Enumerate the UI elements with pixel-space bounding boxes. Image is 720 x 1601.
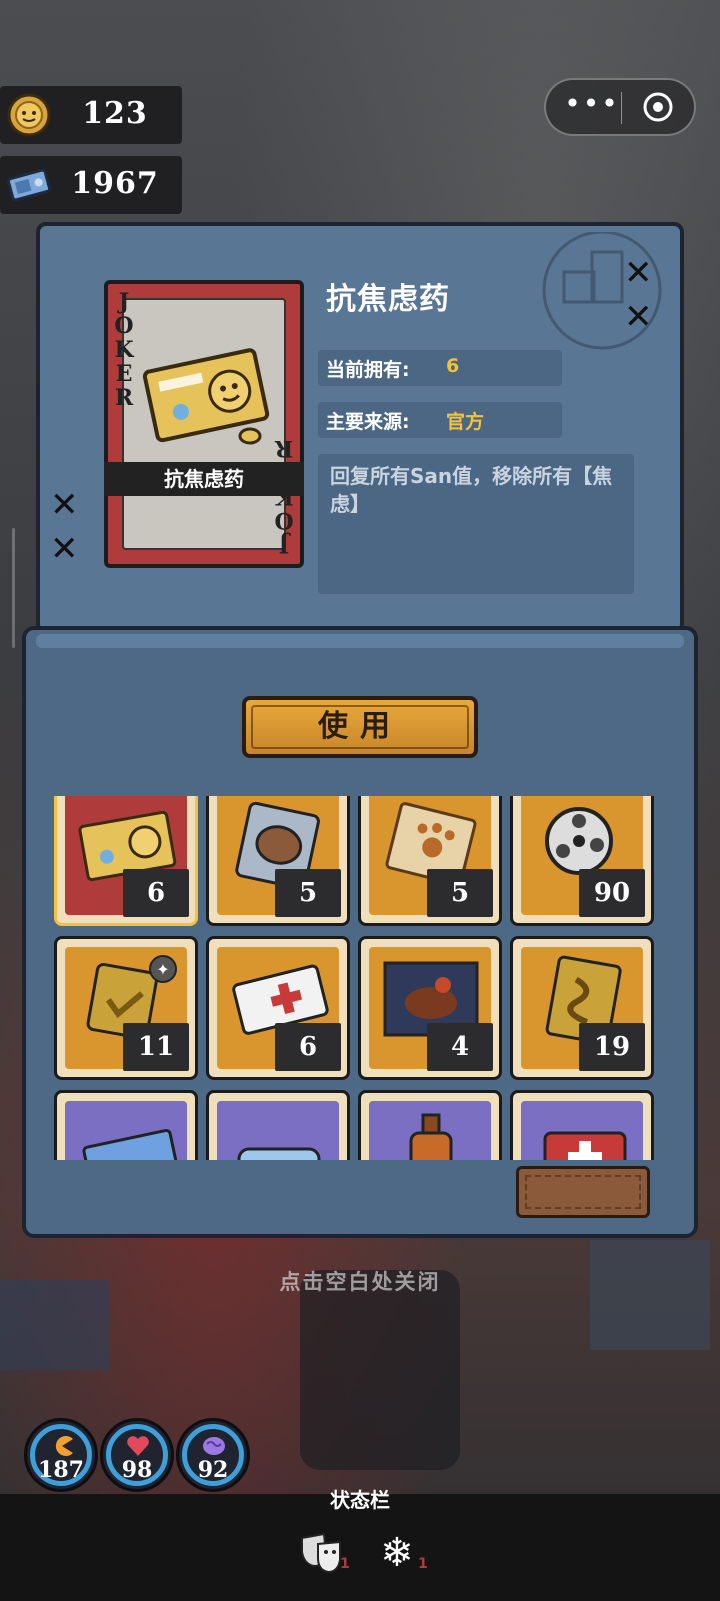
ticket-icon <box>6 168 52 202</box>
effect-count: 1 <box>418 1556 428 1572</box>
health-stat[interactable]: 98 <box>100 1418 174 1492</box>
source-label: 主要来源: <box>326 411 410 433</box>
brain-icon <box>203 1437 225 1455</box>
sanity-value: 92 <box>197 1457 229 1483</box>
slot-count: 4 <box>427 1023 493 1071</box>
blue-ticket-icon <box>82 1128 177 1160</box>
heart-icon <box>127 1436 149 1456</box>
snowflake-icon[interactable]: ❄ <box>372 1530 422 1576</box>
slot-count: 5 <box>275 869 341 917</box>
health-value: 98 <box>121 1457 153 1483</box>
inventory-slot[interactable]: 6 <box>54 796 198 926</box>
inventory-slot[interactable] <box>206 1090 350 1160</box>
theater-masks-icon[interactable] <box>298 1530 346 1576</box>
scroll-indicator <box>12 528 15 648</box>
x-decoration-icon: ✕ <box>624 253 653 293</box>
item-title: 抗焦虑药 <box>326 282 450 317</box>
effect-count: 1 <box>340 1556 350 1572</box>
inventory-slot[interactable]: 6 <box>206 936 350 1080</box>
item-card: JOKER JOKER 抗焦虑药 <box>104 280 304 568</box>
use-button[interactable]: 使用 <box>242 696 478 758</box>
card-joker-text-rotated: JOKER <box>274 435 294 557</box>
slot-count: 6 <box>123 869 189 917</box>
wooden-sign <box>516 1166 650 1218</box>
coin-value: 123 <box>82 96 148 131</box>
source-row: 主要来源: 官方 <box>318 402 562 438</box>
inventory-slot[interactable]: 90 <box>510 796 654 926</box>
card-name-label: 抗焦虑药 <box>104 462 304 496</box>
sanity-stat[interactable]: 92 <box>176 1418 250 1492</box>
ticket-counter: 1967 <box>0 156 182 214</box>
hunger-value: 187 <box>38 1457 84 1483</box>
x-decoration-icon: ✕ <box>624 297 653 337</box>
x-decoration-icon: ✕ <box>50 529 79 569</box>
pill-card-icon <box>142 348 270 445</box>
inventory-slot[interactable]: 5 <box>358 796 502 926</box>
pacman-icon <box>55 1436 73 1456</box>
owned-value: 6 <box>446 355 460 377</box>
ice-pack-icon <box>237 1147 321 1160</box>
inventory-grid: 6 5 5 90 ✦ 11 6 4 19 <box>54 796 664 1160</box>
owned-row: 当前拥有: 6 <box>318 350 562 386</box>
inventory-slot[interactable] <box>54 1090 198 1160</box>
item-description: 回复所有San值，移除所有【焦虑】 <box>330 464 613 516</box>
bottle-icon <box>409 1113 453 1160</box>
close-hint[interactable]: 点击空白处关闭 <box>0 1266 720 1296</box>
target-close-icon[interactable] <box>642 91 674 123</box>
inventory-slot[interactable]: 5 <box>206 796 350 926</box>
hunger-stat[interactable]: 187 <box>24 1418 98 1492</box>
miniprogram-capsule: ••• <box>544 78 696 136</box>
coin-counter: 123 <box>0 86 182 144</box>
inventory-slot[interactable]: 4 <box>358 936 502 1080</box>
inventory-slot[interactable] <box>510 1090 654 1160</box>
slot-count: 19 <box>579 1023 645 1071</box>
capsule-divider <box>621 92 622 124</box>
first-aid-kit-icon <box>543 1131 627 1160</box>
ticket-value: 1967 <box>71 166 159 201</box>
inventory-slot[interactable]: ✦ 11 <box>54 936 198 1080</box>
status-bar-title: 状态栏 <box>330 1488 390 1512</box>
item-description-box: 回复所有San值，移除所有【焦虑】 <box>318 454 634 594</box>
card-joker-text: JOKER <box>114 289 134 411</box>
coin-icon <box>7 93 51 137</box>
more-dots-icon[interactable]: ••• <box>564 90 620 122</box>
owned-label: 当前拥有: <box>326 359 410 381</box>
slot-count: 6 <box>275 1023 341 1071</box>
svg-text:✦: ✦ <box>156 960 169 979</box>
slot-count: 5 <box>427 869 493 917</box>
panel-rim <box>36 634 684 648</box>
inventory-slot[interactable]: 19 <box>510 936 654 1080</box>
slot-count: 90 <box>579 869 645 917</box>
bg-shape <box>300 1270 460 1470</box>
inventory-slot[interactable] <box>358 1090 502 1160</box>
source-value: 官方 <box>446 411 485 433</box>
slot-count: 11 <box>123 1023 189 1071</box>
x-decoration-icon: ✕ <box>50 485 79 525</box>
